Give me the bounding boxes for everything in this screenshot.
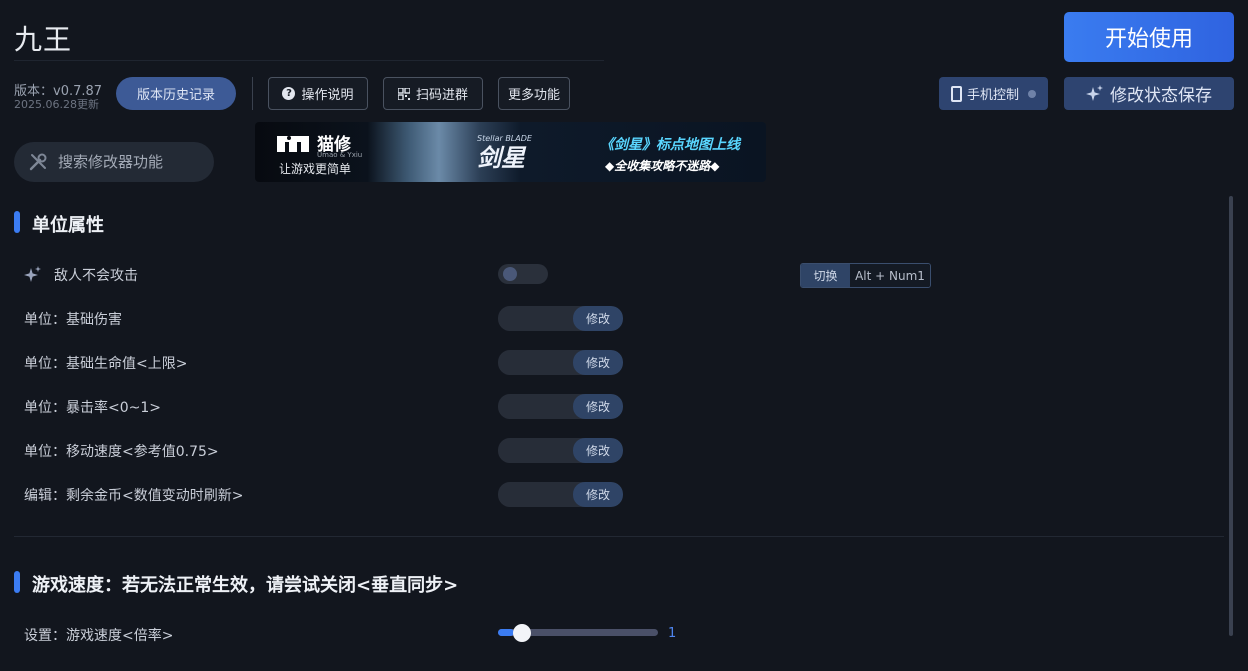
section-divider [14,536,1224,537]
title-divider [14,60,604,61]
help-icon: ? [282,87,296,100]
row-label: 单位：暴击率<0~1> [24,400,162,416]
section-title-unit-attributes: 单位属性 [32,215,104,236]
slider-fill [498,629,514,636]
remaining-gold-field[interactable]: 修改 [498,482,623,507]
slider-value: 1 [668,626,677,641]
join-group-button-label: 扫码进群 [415,88,468,103]
banner-game-logo: 剑星 [477,144,525,172]
manual-button-label: 操作说明 [301,88,354,103]
scrollbar[interactable] [1229,196,1233,636]
modify-button[interactable]: 修改 [573,394,623,419]
sparkle-icon [24,266,41,282]
phone-control-button[interactable]: 手机控制 [939,77,1048,110]
base-damage-field[interactable]: 修改 [498,306,623,331]
row-label: 单位：基础生命值<上限> [24,356,188,372]
enemy-no-attack-toggle[interactable] [498,264,548,284]
status-dot-icon [1028,89,1036,98]
banner-headline: 《剑星》标点地图上线 [600,137,740,153]
toggle-knob [503,267,517,281]
promo-banner[interactable]: 猫修 Umao & Yxiu 让游戏更简单 Stellar BLADE 剑星 《… [255,122,766,182]
banner-subline: ◆全收集攻略不迷路◆ [605,159,720,173]
slider-handle[interactable] [513,624,531,642]
modify-button[interactable]: 修改 [573,438,623,463]
search-input[interactable] [58,153,198,171]
base-health-field[interactable]: 修改 [498,350,623,375]
banner-tagline: 让游戏更简单 [279,162,352,176]
row-label: 单位：移动速度<参考值0.75> [24,444,219,460]
hotkey-action-label: 切换 [801,264,850,287]
search-box[interactable] [14,142,214,182]
start-button[interactable]: 开始使用 [1064,12,1234,62]
brand-logo-icon [275,132,315,156]
save-state-button[interactable]: 修改状态保存 [1064,77,1234,110]
section-accent-bar [14,211,20,233]
join-group-button[interactable]: 扫码进群 [383,77,483,110]
manual-button[interactable]: ? 操作说明 [268,77,368,110]
toolbar-separator [252,77,253,110]
banner-brand-sub: Umao & Yxiu [317,151,363,159]
phone-icon [950,85,962,102]
modify-button[interactable]: 修改 [573,306,623,331]
phone-control-label: 手机控制 [966,88,1019,103]
hotkey-badge[interactable]: 切换 Alt + Num1 [800,263,931,288]
section-title-game-speed: 游戏速度：若无法正常生效，请尝试关闭<垂直同步> [32,575,459,596]
crit-rate-field[interactable]: 修改 [498,394,623,419]
update-date-label: 2025.06.28更新 [14,98,99,111]
row-label: 敌人不会攻击 [54,268,138,284]
row-label: 单位：基础伤害 [24,312,122,328]
hotkey-keys: Alt + Num1 [850,264,930,287]
save-state-label: 修改状态保存 [1110,86,1212,106]
row-label: 编辑：剩余金币<数值变动时刷新> [24,488,244,504]
modify-button[interactable]: 修改 [573,350,623,375]
app-title: 九王 [14,23,73,56]
move-speed-field[interactable]: 修改 [498,438,623,463]
modify-button[interactable]: 修改 [573,482,623,507]
sparkle-icon [1086,84,1103,101]
row-label: 设置：游戏速度<倍率> [24,628,174,644]
qr-code-icon [397,87,410,100]
tools-icon [29,153,47,171]
section-accent-bar [14,571,20,593]
more-features-button[interactable]: 更多功能 [498,77,570,110]
version-history-button[interactable]: 版本历史记录 [116,77,236,110]
